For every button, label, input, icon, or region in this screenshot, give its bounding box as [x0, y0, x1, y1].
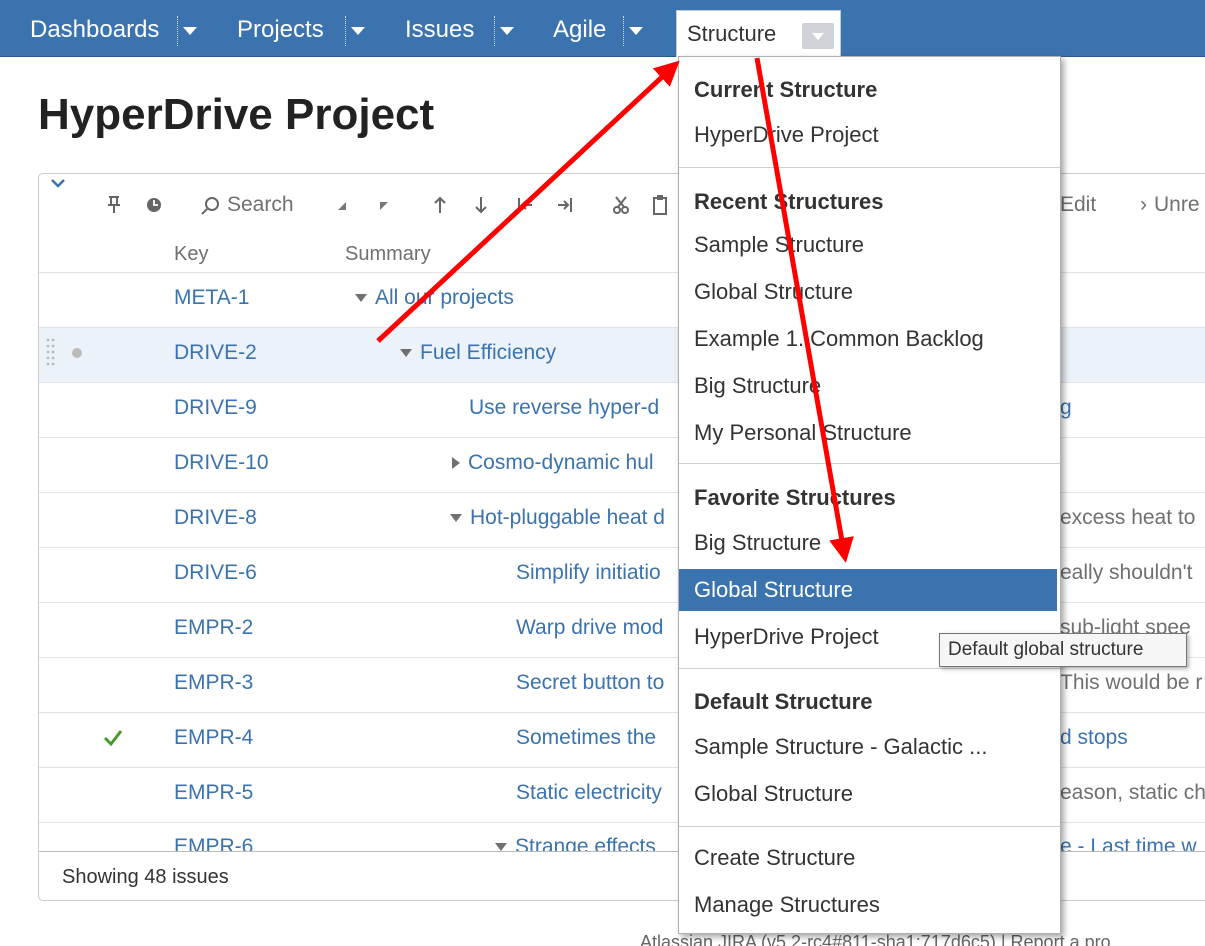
annotation-arrows: [376, 57, 854, 563]
arrow-to-structure-menu: [376, 60, 680, 343]
arrow-to-global-structure: [754, 57, 854, 563]
